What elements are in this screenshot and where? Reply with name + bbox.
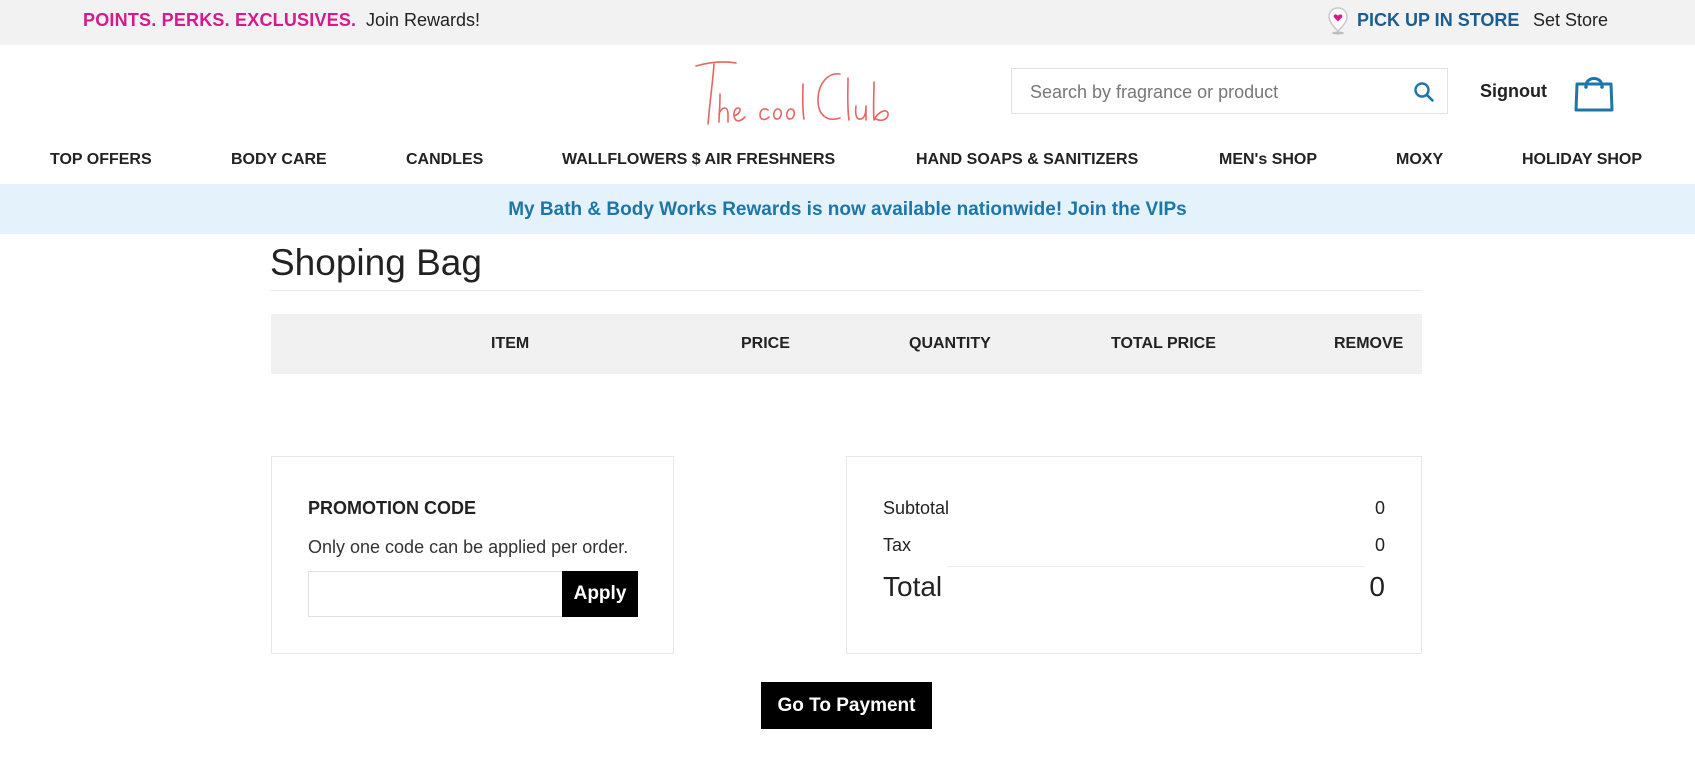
search-icon[interactable]: [1413, 81, 1435, 103]
rewards-banner: My Bath & Body Works Rewards is now avai…: [0, 184, 1695, 234]
utility-bar: POINTS. PERKS. EXCLUSIVES. Join Rewards!…: [0, 0, 1695, 45]
cart-table-header: ITEM PRICE QUANTITY TOTAL PRICE REMOVE: [271, 314, 1422, 374]
subtotal-value: 0: [1374, 498, 1385, 518]
promotion-code-input[interactable]: [308, 571, 565, 617]
order-summary-panel: Subtotal 0 Tax 0 Total 0: [846, 456, 1422, 654]
search-input[interactable]: [1030, 81, 1390, 103]
total-label: Total: [883, 571, 943, 602]
go-to-payment-button[interactable]: Go To Payment: [761, 682, 932, 729]
nav-moxy[interactable]: MOXY: [1396, 151, 1443, 169]
site-logo[interactable]: [690, 56, 900, 130]
signout-link[interactable]: Signout: [1480, 81, 1547, 102]
nav-top-offers[interactable]: TOP OFFERS: [50, 151, 152, 169]
nav-mens-shop[interactable]: MEN's SHOP: [1219, 151, 1317, 169]
total-value: 0: [1369, 571, 1385, 602]
promotion-code-panel: PROMOTION CODE Only one code can be appl…: [271, 456, 674, 654]
apply-button[interactable]: Apply: [562, 571, 638, 617]
tax-label: Tax: [883, 535, 912, 555]
main-navigation: TOP OFFERS BODY CARE CANDLES WALLFLOWERS…: [0, 140, 1695, 184]
nav-candles[interactable]: CANDLES: [406, 151, 483, 169]
nav-wallflowers[interactable]: WALLFLOWERS $ AIR FRESHNERS: [562, 151, 835, 169]
nav-holiday-shop[interactable]: HOLIDAY SHOP: [1522, 151, 1642, 169]
rewards-banner-link[interactable]: My Bath & Body Works Rewards is now avai…: [508, 199, 1187, 221]
promotion-code-title: PROMOTION CODE: [308, 498, 477, 518]
set-store-link[interactable]: Set Store: [1533, 10, 1608, 31]
search-bar: [1011, 68, 1448, 114]
subtotal-label: Subtotal: [883, 498, 950, 518]
tax-value: 0: [1374, 535, 1385, 555]
summary-divider: [947, 566, 1365, 567]
column-header-total-price: TOTAL PRICE: [1111, 335, 1216, 352]
promotion-code-note: Only one code can be applied per order.: [308, 537, 629, 557]
nav-hand-soaps[interactable]: HAND SOAPS & SANITIZERS: [916, 151, 1138, 169]
column-header-item: ITEM: [491, 335, 530, 352]
shopping-bag-icon[interactable]: [1573, 72, 1615, 112]
map-pin-icon[interactable]: [1327, 7, 1349, 35]
column-header-remove: REMOVE: [1334, 335, 1404, 352]
nav-body-care[interactable]: BODY CARE: [231, 151, 327, 169]
title-divider: [270, 290, 1422, 291]
column-header-price: PRICE: [741, 335, 790, 352]
join-rewards-link[interactable]: Join Rewards!: [366, 10, 480, 31]
rewards-tagline: POINTS. PERKS. EXCLUSIVES.: [83, 10, 357, 30]
column-header-quantity: QUANTITY: [909, 335, 991, 352]
page-title: Shoping Bag: [270, 242, 482, 283]
pickup-in-store-label[interactable]: PICK UP IN STORE: [1357, 10, 1519, 31]
